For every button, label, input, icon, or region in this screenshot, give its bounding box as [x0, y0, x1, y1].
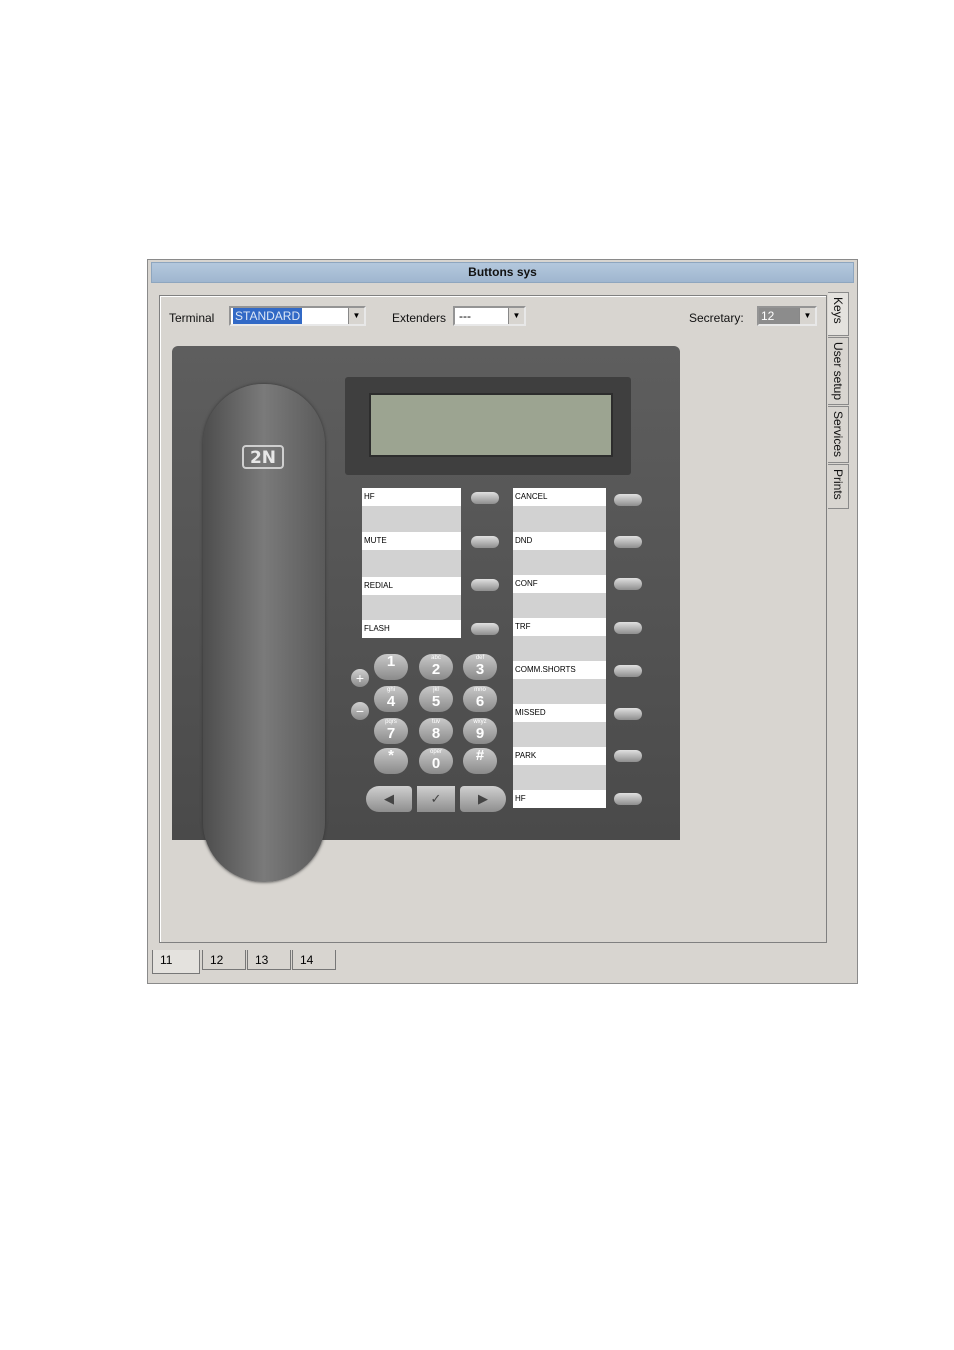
tab-14-label: 14 — [300, 953, 314, 967]
function-key[interactable] — [614, 622, 642, 634]
function-key[interactable] — [614, 793, 642, 805]
tab-services[interactable]: Services — [828, 406, 849, 463]
dial-key-hash[interactable]: # — [463, 748, 497, 774]
nav-right-button[interactable]: ▶ — [460, 786, 506, 812]
dial-key-number: 8 — [431, 725, 441, 742]
right-key-labels: CANCEL DND CONF TRF COMM.SHORTS MISSED P… — [513, 488, 606, 808]
key-label-mute[interactable]: MUTE — [362, 532, 461, 550]
dial-key-number: 4 — [386, 693, 396, 710]
tab-11[interactable]: 11 — [152, 950, 200, 974]
brand-logo: 2N — [242, 445, 284, 469]
left-key-labels: HF MUTE REDIAL FLASH — [362, 488, 461, 638]
key-label-trf[interactable]: TRF — [513, 618, 606, 636]
dial-key-number: 5 — [431, 693, 441, 710]
function-key[interactable] — [471, 623, 499, 635]
tab-13-label: 13 — [255, 953, 269, 967]
dial-key-number: # — [475, 747, 485, 764]
dial-key-8[interactable]: tuv 8 — [419, 718, 453, 744]
function-key[interactable] — [471, 536, 499, 548]
dial-key-star[interactable]: * — [374, 748, 408, 774]
tab-keys[interactable]: Keys — [828, 292, 849, 336]
key-label-cancel[interactable]: CANCEL — [513, 488, 606, 506]
terminal-label: Terminal — [169, 311, 215, 325]
dial-key-0[interactable]: oper 0 — [419, 748, 453, 774]
secretary-label: Secretary: — [689, 311, 744, 325]
chevron-down-icon[interactable]: ▼ — [799, 308, 815, 324]
tab-11-label: 11 — [160, 953, 173, 967]
tab-prints[interactable]: Prints — [828, 464, 849, 509]
nav-ok-button[interactable]: ✓ — [417, 786, 455, 812]
function-key[interactable] — [614, 708, 642, 720]
secretary-select[interactable]: 12 ▼ — [757, 306, 817, 326]
chevron-down-icon[interactable]: ▼ — [348, 308, 364, 324]
tab-services-label: Services — [831, 411, 845, 458]
key-label-park[interactable]: PARK — [513, 747, 606, 765]
function-key[interactable] — [614, 665, 642, 677]
tab-user-setup[interactable]: User setup — [828, 337, 849, 405]
tab-user-setup-label: User setup — [831, 342, 845, 401]
dial-key-3[interactable]: def 3 — [463, 654, 497, 680]
tab-14[interactable]: 14 — [292, 950, 336, 970]
tab-12-label: 12 — [210, 953, 224, 967]
volume-minus-button[interactable]: − — [351, 702, 369, 720]
function-key[interactable] — [471, 579, 499, 591]
dial-key-number: 0 — [431, 755, 441, 772]
dial-key-4[interactable]: ghi 4 — [374, 686, 408, 712]
function-key[interactable] — [614, 494, 642, 506]
key-label-hf-2[interactable]: HF — [513, 790, 606, 808]
dial-key-number: 3 — [475, 661, 485, 678]
dial-key-number: 7 — [386, 725, 396, 742]
key-label-conf[interactable]: CONF — [513, 575, 606, 593]
toolbar: Terminal STANDARD ▼ Extenders --- ▼ Secr… — [165, 304, 822, 336]
dial-key-2[interactable]: abc 2 — [419, 654, 453, 680]
extenders-value: --- — [459, 309, 471, 323]
dial-key-number: * — [388, 747, 394, 764]
key-label-redial[interactable]: REDIAL — [362, 577, 461, 595]
tab-13[interactable]: 13 — [247, 950, 291, 970]
tab-keys-label: Keys — [831, 297, 845, 324]
window-title: Buttons sys — [151, 262, 854, 283]
function-key[interactable] — [614, 750, 642, 762]
tab-prints-label: Prints — [831, 469, 845, 500]
lcd-display — [369, 393, 613, 457]
extenders-select[interactable]: --- ▼ — [453, 306, 526, 326]
bottom-tabs: 11 12 13 14 — [152, 950, 852, 974]
nav-left-button[interactable]: ◀ — [366, 786, 412, 812]
volume-plus-button[interactable]: + — [351, 669, 369, 687]
dial-key-number: 9 — [475, 725, 485, 742]
function-key[interactable] — [614, 536, 642, 548]
key-label-hf[interactable]: HF — [362, 488, 461, 506]
key-label-comm-shorts[interactable]: COMM.SHORTS — [513, 661, 606, 679]
dial-key-5[interactable]: jkl 5 — [419, 686, 453, 712]
chevron-down-icon[interactable]: ▼ — [508, 308, 524, 324]
dial-key-number: 6 — [475, 693, 485, 710]
dial-key-7[interactable]: pqrs 7 — [374, 718, 408, 744]
dial-key-6[interactable]: mno 6 — [463, 686, 497, 712]
function-key[interactable] — [471, 492, 499, 504]
function-key[interactable] — [614, 578, 642, 590]
dial-key-number: 1 — [386, 653, 396, 670]
secretary-value: 12 — [759, 308, 803, 324]
key-label-missed[interactable]: MISSED — [513, 704, 606, 722]
terminal-select[interactable]: STANDARD ▼ — [229, 306, 366, 326]
dial-key-9[interactable]: wxyz 9 — [463, 718, 497, 744]
extenders-label: Extenders — [392, 311, 447, 325]
key-label-flash[interactable]: FLASH — [362, 620, 461, 638]
dial-key-1[interactable]: 1 — [374, 654, 408, 680]
dial-key-number: 2 — [431, 661, 441, 678]
tab-12[interactable]: 12 — [202, 950, 246, 970]
key-label-dnd[interactable]: DND — [513, 532, 606, 550]
terminal-value: STANDARD — [233, 308, 303, 324]
